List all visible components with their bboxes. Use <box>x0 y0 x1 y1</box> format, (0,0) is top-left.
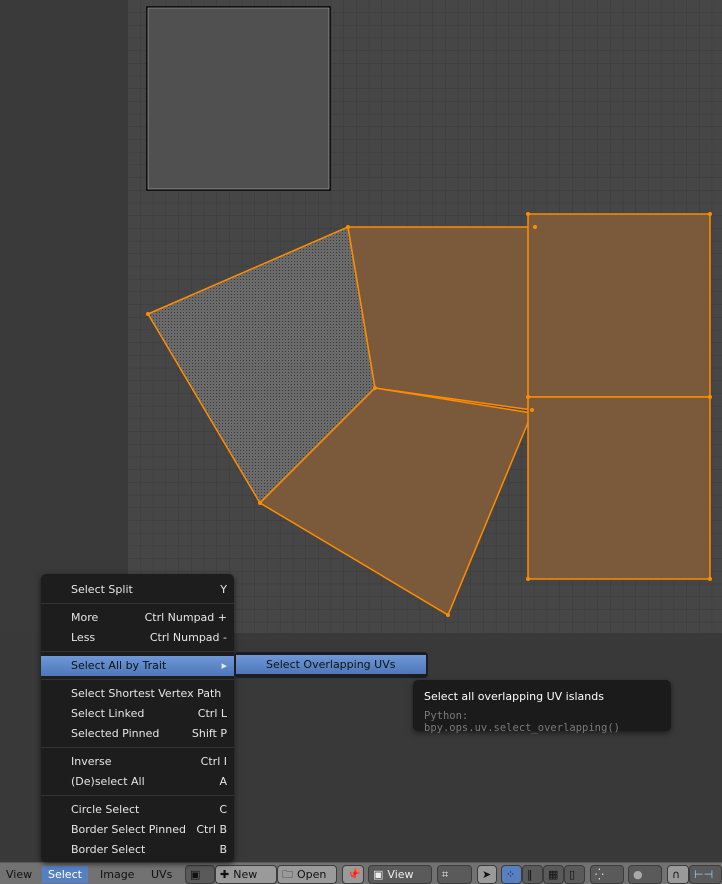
sticky-icon: ⁛ <box>595 868 604 881</box>
sticky-mode-select[interactable]: ⁛ <box>590 865 624 884</box>
proportional-edit-select[interactable]: ● <box>628 865 662 884</box>
tooltip-title: Select all overlapping UV islands <box>424 690 604 703</box>
island-select-mode[interactable]: ▯ <box>564 865 585 884</box>
menu-item-label: Border Select Pinned <box>71 823 186 836</box>
uv-face-selected[interactable] <box>347 226 536 411</box>
menu-item-border-select[interactable]: Border Select B <box>41 840 234 860</box>
menu-item-de-select-all[interactable]: (De)select All A <box>41 772 234 792</box>
image-icon: ▣ <box>190 868 201 881</box>
menu-separator <box>41 679 234 680</box>
menu-item-label: Select All by Trait <box>71 659 167 672</box>
open-label: Open <box>297 868 327 881</box>
uv-face-selected[interactable] <box>527 213 711 398</box>
menu-item-less[interactable]: Less Ctrl Numpad - <box>41 628 234 648</box>
menu-item-border-select-pinned[interactable]: Border Select Pinned Ctrl B <box>41 820 234 840</box>
uv-editor-canvas[interactable] <box>0 0 722 633</box>
snap-element-select[interactable]: ⊢⊣ <box>689 865 722 884</box>
menu-image[interactable]: Image <box>94 866 140 883</box>
island-icon: ▯ <box>569 868 576 881</box>
open-image-button[interactable]: 🗀 Open <box>277 865 337 884</box>
menu-item-circle-select[interactable]: Circle Select C <box>41 800 234 820</box>
pivot-select[interactable]: ⌗ <box>437 865 472 884</box>
menu-view[interactable]: View <box>0 866 38 883</box>
folder-icon: 🗀 <box>282 868 293 881</box>
menu-item-label: Select Linked <box>71 707 145 720</box>
editor-header: View Select Image UVs ▣ ✚ New 🗀 Open 📌 ▣ Vi… <box>0 862 722 884</box>
tooltip: Select all overlapping UV islands Python… <box>413 680 671 734</box>
new-label: New <box>233 868 258 881</box>
mode-select[interactable]: ▣ View <box>368 865 432 884</box>
new-image-button[interactable]: ✚ New <box>215 865 277 884</box>
menu-separator <box>41 795 234 796</box>
menu-item-label: More <box>71 611 99 624</box>
vertex-select-mode[interactable]: ⁘ <box>501 865 522 884</box>
menu-item-label: Selected Pinned <box>71 727 160 740</box>
plus-icon: ✚ <box>220 868 230 881</box>
face-icon: ▦ <box>548 868 559 881</box>
menu-select[interactable]: Select <box>42 866 88 883</box>
menu-item-label: Select Split <box>71 583 133 596</box>
menu-item-label: Border Select <box>71 843 146 856</box>
menu-item-more[interactable]: More Ctrl Numpad + <box>41 608 234 628</box>
edge-icon: ‖ <box>527 868 533 881</box>
circle-icon: ● <box>633 868 643 881</box>
sticky-select-button[interactable]: ➤ <box>477 865 497 884</box>
menu-item-shortcut: Ctrl I <box>200 755 227 768</box>
menu-item-inverse[interactable]: Inverse Ctrl I <box>41 752 234 772</box>
menu-item-shortcut: A <box>219 775 227 788</box>
select-all-by-trait-submenu: Select Overlapping UVs <box>234 652 428 678</box>
uv-image-bounds <box>146 6 331 191</box>
uv-face-selected[interactable] <box>527 396 711 580</box>
snap-toggle[interactable]: ∩ <box>667 865 689 884</box>
menu-item-label: Less <box>71 631 96 644</box>
menu-item-select-shortest-vertex-path[interactable]: Select Shortest Vertex Path <box>41 684 234 704</box>
menu-uvs[interactable]: UVs <box>145 866 178 883</box>
face-select-mode[interactable]: ▦ <box>543 865 564 884</box>
menu-item-label: Select Shortest Vertex Path <box>71 687 222 700</box>
tooltip-python: Python: bpy.ops.uv.select_overlapping() <box>424 710 620 734</box>
image-browse-button[interactable]: ▣ <box>185 865 215 884</box>
menu-separator <box>41 651 234 652</box>
menu-item-selected-pinned[interactable]: Selected Pinned Shift P <box>41 724 234 744</box>
menu-separator <box>41 747 234 748</box>
menu-item-shortcut: C <box>219 803 227 816</box>
edge-select-mode[interactable]: ‖ <box>522 865 543 884</box>
menu-item-select-all-by-trait[interactable]: Select All by Trait ▸ <box>41 656 234 676</box>
menu-item-shortcut: B <box>219 843 227 856</box>
cursor-icon: ➤ <box>482 868 492 881</box>
pivot-icon: ⌗ <box>442 868 449 881</box>
magnet-icon: ∩ <box>672 868 681 881</box>
image-icon: ▣ <box>373 868 384 881</box>
menu-item-shortcut: Y <box>220 583 227 596</box>
snap-increment-icon: ⊢⊣ <box>694 868 714 881</box>
menu-item-shortcut: Ctrl B <box>196 823 227 836</box>
menu-item-label: (De)select All <box>71 775 145 788</box>
pin-icon: 📌 <box>347 868 361 881</box>
menu-separator <box>41 603 234 604</box>
menu-item-shortcut: Shift P <box>191 727 227 740</box>
pin-button[interactable]: 📌 <box>342 865 364 884</box>
select-menu: Select Split Y More Ctrl Numpad + Less Ctrl N… <box>41 574 234 862</box>
menu-item-shortcut: Ctrl L <box>197 707 227 720</box>
menu-item-label: Circle Select <box>71 803 140 816</box>
menu-item-label: Select Overlapping UVs <box>266 658 396 671</box>
menu-item-shortcut: Ctrl Numpad - <box>149 631 227 644</box>
vertex-icon: ⁘ <box>506 868 516 881</box>
menu-item-select-linked[interactable]: Select Linked Ctrl L <box>41 704 234 724</box>
menu-item-select-split[interactable]: Select Split Y <box>41 580 234 600</box>
view-label: View <box>387 868 414 881</box>
menu-item-shortcut: Ctrl Numpad + <box>144 611 227 624</box>
submenu-arrow-icon: ▸ <box>221 659 227 672</box>
menu-item-label: Inverse <box>71 755 112 768</box>
menu-item-select-overlapping-uvs[interactable]: Select Overlapping UVs <box>236 655 426 674</box>
